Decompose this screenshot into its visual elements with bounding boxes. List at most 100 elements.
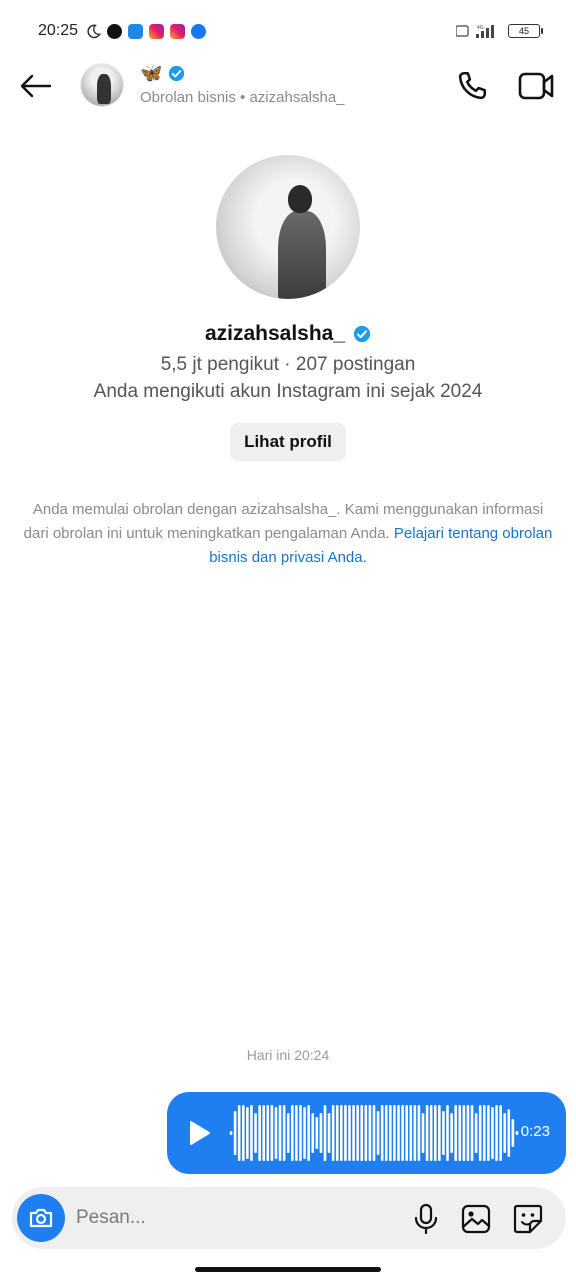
video-call-button[interactable] <box>516 68 556 104</box>
waveform-bar <box>442 1111 445 1155</box>
waveform-bar <box>446 1105 449 1161</box>
play-icon <box>190 1121 210 1145</box>
waveform-bar <box>258 1105 261 1161</box>
message-timestamp: Hari ini 20:24 <box>246 1047 330 1063</box>
header-title[interactable]: 🦋 <box>140 64 185 82</box>
photo-figure-body <box>278 211 326 299</box>
waveform-bar <box>515 1131 519 1135</box>
waveform-bar <box>274 1107 278 1159</box>
facebook-icon <box>191 23 207 39</box>
waveform-bar <box>229 1131 233 1135</box>
waveform-bar <box>368 1105 372 1161</box>
status-time: 20:25 <box>38 22 79 39</box>
header-subtitle[interactable]: Obrolan bisnis • azizahsalsha_ <box>140 89 345 106</box>
waveform-bar <box>233 1111 237 1155</box>
waveform-bar <box>266 1105 270 1161</box>
waveform-bar <box>364 1105 368 1161</box>
play-button[interactable] <box>187 1119 213 1147</box>
waveform-bar <box>433 1105 437 1161</box>
waveform-bar <box>421 1113 425 1153</box>
waveform-bar <box>511 1119 515 1147</box>
image-icon <box>461 1204 491 1234</box>
waveform-bar <box>246 1107 249 1159</box>
profile-stats: 5,5 jt pengikut · 207 postingan <box>160 354 416 375</box>
waveform-bar <box>331 1105 335 1161</box>
profile-photo[interactable] <box>216 155 360 299</box>
waveform-bar <box>299 1105 302 1161</box>
waveform-bar <box>507 1109 511 1157</box>
waveform-bar <box>295 1105 298 1161</box>
voice-message-bubble[interactable]: 0:23 <box>167 1092 566 1174</box>
waveform-bar <box>495 1105 498 1161</box>
instagram-icon <box>149 23 165 39</box>
waveform-bar <box>429 1105 433 1161</box>
system-indicators: 4G 45 <box>456 23 543 39</box>
waveform-bar <box>487 1105 490 1161</box>
waveform-bar <box>405 1105 408 1161</box>
waveform-bar <box>425 1105 429 1161</box>
butterfly-emoji: 🦋 <box>140 63 163 83</box>
waveform-bar <box>242 1105 245 1161</box>
moon-icon <box>87 24 102 38</box>
waveform-bar <box>417 1105 421 1161</box>
avatar[interactable] <box>80 63 124 107</box>
photo-figure-head <box>288 185 312 213</box>
waveform-bar <box>454 1105 457 1161</box>
waveform-bar <box>307 1105 310 1161</box>
business-chat-info: Anda memulai obrolan dengan azizahsalsha… <box>22 498 554 570</box>
waveform-bar <box>470 1105 474 1161</box>
view-profile-button[interactable]: Lihat profil <box>230 423 346 461</box>
waveform-bar <box>372 1105 376 1161</box>
waveform-bar <box>499 1105 502 1161</box>
waveform-bar <box>323 1105 327 1161</box>
status-bar: 20:25 4G 45 <box>0 0 576 62</box>
instagram-icon <box>170 23 186 39</box>
video-camera-icon <box>518 72 554 100</box>
back-button[interactable] <box>16 70 56 102</box>
chat-header: 🦋 Obrolan bisnis • azizahsalsha_ <box>0 62 576 110</box>
sticker-button[interactable] <box>512 1203 544 1235</box>
sticker-icon <box>513 1204 543 1234</box>
waveform-bar <box>491 1107 494 1159</box>
home-indicator[interactable] <box>195 1267 381 1272</box>
verified-badge-icon <box>169 65 185 81</box>
waveform-bar <box>450 1113 453 1153</box>
waveform-bar <box>478 1105 482 1161</box>
gallery-button[interactable] <box>460 1203 492 1235</box>
waveform-bar <box>270 1105 274 1161</box>
notification-icons <box>86 23 207 39</box>
camera-icon <box>29 1208 53 1228</box>
message-icon <box>128 23 144 39</box>
waveform-bar <box>356 1105 359 1161</box>
waveform-bar <box>466 1105 470 1161</box>
waveform-bar <box>262 1105 266 1161</box>
waveform-bar <box>291 1105 294 1161</box>
signal-icon: 4G <box>456 25 494 38</box>
waveform-bar <box>327 1113 331 1153</box>
voice-record-button[interactable] <box>412 1203 440 1235</box>
waveform-bar <box>335 1105 339 1161</box>
waveform-bar <box>503 1113 506 1153</box>
waveform-bar <box>352 1105 355 1161</box>
follow-since: Anda mengikuti akun Instagram ini sejak … <box>93 381 483 402</box>
waveform-bar <box>397 1105 400 1161</box>
waveform-bar <box>474 1113 478 1153</box>
waveform-bar <box>413 1105 417 1161</box>
tiktok-icon <box>107 23 123 39</box>
voice-call-button[interactable] <box>454 68 490 104</box>
verified-badge-icon <box>353 325 371 343</box>
username-text: azizahsalsha_ <box>204 322 346 345</box>
waveform-bar <box>311 1113 315 1153</box>
waveform-bar <box>401 1105 404 1161</box>
camera-button[interactable] <box>17 1194 65 1242</box>
waveform-bar <box>254 1113 257 1153</box>
audio-waveform[interactable] <box>229 1102 519 1164</box>
message-input[interactable] <box>76 1201 336 1235</box>
waveform-bar <box>319 1113 323 1153</box>
waveform-bar <box>348 1105 351 1161</box>
waveform-bar <box>340 1105 343 1161</box>
arrow-left-icon <box>20 74 52 98</box>
waveform-bar <box>438 1105 441 1161</box>
waveform-bar <box>389 1105 392 1161</box>
waveform-bar <box>282 1105 286 1161</box>
